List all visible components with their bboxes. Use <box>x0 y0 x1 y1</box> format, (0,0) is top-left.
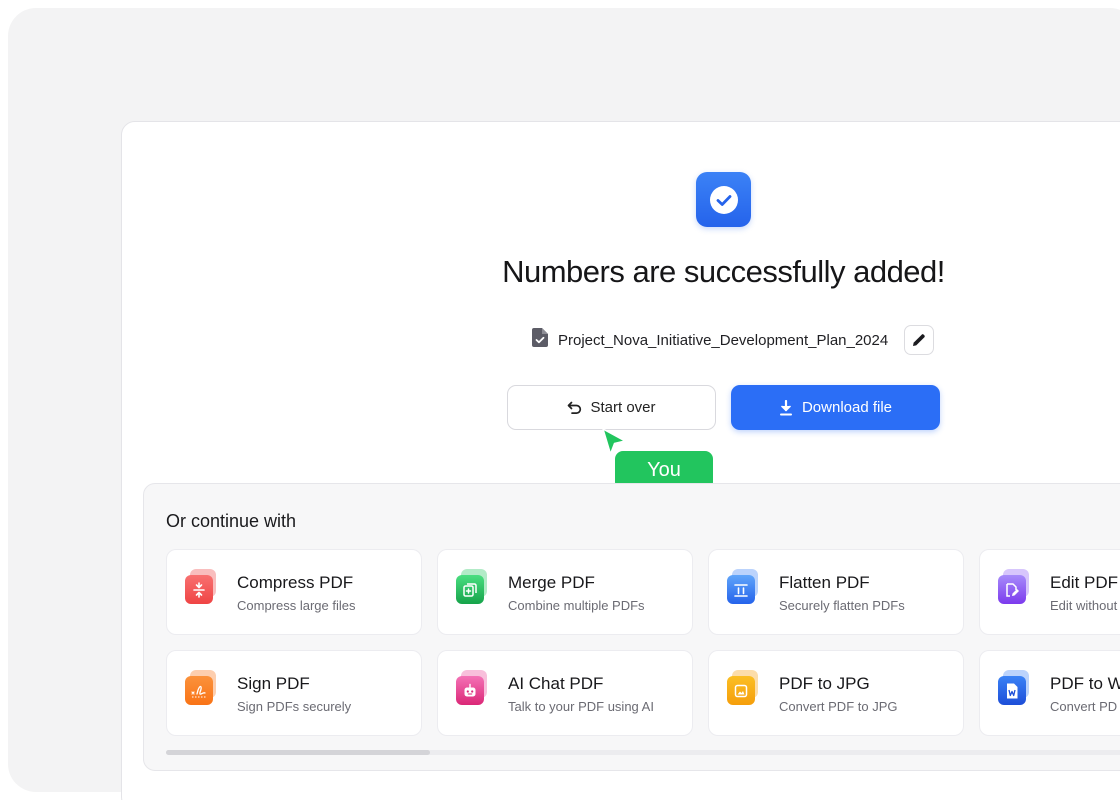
tool-description: Convert PD <box>1050 699 1118 714</box>
result-window: Numbers are successfully added! Project_… <box>121 121 1120 800</box>
download-file-button[interactable]: Download file <box>731 385 940 430</box>
tool-card-pdf-to-word[interactable]: PDF to W Convert PD <box>979 650 1120 736</box>
tool-title: PDF to W <box>1050 674 1120 693</box>
file-check-icon <box>532 328 548 352</box>
download-label: Download file <box>801 399 893 416</box>
signature-icon <box>185 670 217 705</box>
tool-title: Compress PDF <box>237 573 354 592</box>
horizontal-scrollbar[interactable] <box>166 750 1120 755</box>
tool-description: Securely flatten PDFs <box>779 598 905 613</box>
rename-button[interactable] <box>904 325 935 355</box>
continue-with-panel: Or continue with Compress PDF Compress l… <box>143 483 1120 771</box>
word-icon <box>998 670 1030 705</box>
file-name: Project_Nova_Initiative_Development_Plan… <box>558 331 889 349</box>
ai-chat-icon <box>456 670 488 705</box>
tool-title: PDF to JPG <box>779 674 870 693</box>
continue-title: Or continue with <box>166 511 297 531</box>
tool-title: Sign PDF <box>237 674 310 693</box>
page-title: Numbers are successfully added! <box>502 254 945 289</box>
tool-card-flatten-pdf[interactable]: Flatten PDF Securely flatten PDFs <box>708 549 964 635</box>
pencil-icon <box>913 334 925 346</box>
tool-description: Edit without <box>1050 598 1118 613</box>
file-info: Project_Nova_Initiative_Development_Plan… <box>532 324 935 356</box>
image-icon <box>727 670 759 705</box>
tool-description: Talk to your PDF using AI <box>508 699 654 714</box>
tool-card-merge-pdf[interactable]: Merge PDF Combine multiple PDFs <box>437 549 693 635</box>
flatten-icon <box>727 569 759 604</box>
tool-title: AI Chat PDF <box>508 674 604 693</box>
tool-title: Flatten PDF <box>779 573 870 592</box>
tool-title: Edit PDF <box>1050 573 1119 592</box>
start-over-button[interactable]: Start over <box>507 385 716 430</box>
tool-card-compress-pdf[interactable]: Compress PDF Compress large files <box>166 549 422 635</box>
tool-card-edit-pdf[interactable]: Edit PDF Edit without <box>979 549 1120 635</box>
tool-title: Merge PDF <box>508 573 595 592</box>
compress-icon <box>185 569 217 604</box>
success-check-icon <box>696 172 751 227</box>
tool-card-sign-pdf[interactable]: Sign PDF Sign PDFs securely <box>166 650 422 736</box>
tool-description: Combine multiple PDFs <box>508 598 645 613</box>
undo-icon <box>568 401 582 414</box>
merge-icon <box>456 569 488 604</box>
tool-card-ai-chat-pdf[interactable]: AI Chat PDF Talk to your PDF using AI <box>437 650 693 736</box>
tool-description: Sign PDFs securely <box>237 699 352 714</box>
tool-description: Convert PDF to JPG <box>779 699 898 714</box>
tool-card-pdf-to-jpg[interactable]: PDF to JPG Convert PDF to JPG <box>708 650 964 736</box>
start-over-label: Start over <box>590 399 656 416</box>
tool-description: Compress large files <box>237 598 356 613</box>
edit-pdf-icon <box>998 569 1030 604</box>
download-icon <box>779 399 792 415</box>
scrollbar-thumb[interactable] <box>166 750 430 755</box>
